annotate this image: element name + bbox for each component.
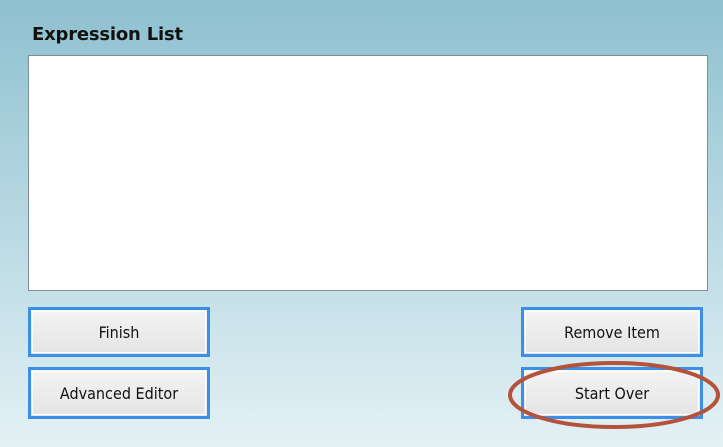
advanced-editor-button[interactable]: Advanced Editor <box>28 367 210 419</box>
panel-title: Expression List <box>32 24 183 45</box>
finish-button-label: Finish <box>98 322 140 342</box>
remove-item-button[interactable]: Remove Item <box>521 307 703 357</box>
remove-item-button-label: Remove Item <box>564 322 660 342</box>
start-over-button[interactable]: Start Over <box>521 367 703 419</box>
advanced-editor-button-label: Advanced Editor <box>59 383 179 403</box>
expression-list-panel: Expression List Finish Advanced Editor R… <box>0 0 723 447</box>
start-over-button-label: Start Over <box>574 383 650 403</box>
finish-button[interactable]: Finish <box>28 307 210 357</box>
expression-list-box[interactable] <box>28 55 708 291</box>
